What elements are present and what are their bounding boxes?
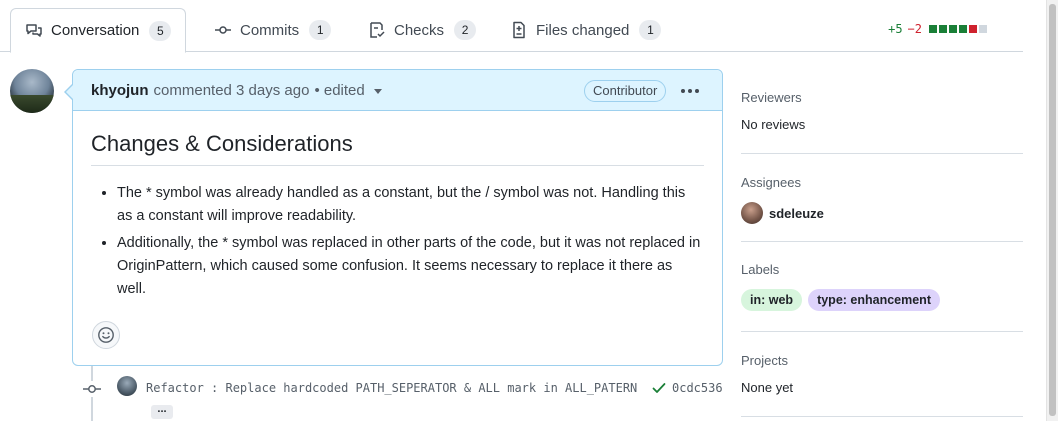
tab-checks[interactable]: Checks 2 <box>354 8 490 52</box>
diffstat-additions: +5 <box>888 22 903 36</box>
check-icon[interactable] <box>651 380 667 399</box>
file-diff-icon <box>510 21 528 39</box>
sidebar-assignees: Assignees sdeleuze <box>741 175 1023 224</box>
projects-value: None yet <box>741 380 794 395</box>
tab-label: Checks <box>394 21 445 39</box>
commit-sha[interactable]: 0cdc536 <box>672 381 723 395</box>
list-item: The * symbol was already handled as a co… <box>117 182 704 228</box>
tab-label: Files changed <box>536 21 630 39</box>
tab-conversation[interactable]: Conversation 5 <box>10 8 187 53</box>
comment-body: Changes & Considerations The * symbol wa… <box>73 111 722 301</box>
comment-box: khyojun commented 3 days ago • edited Co… <box>64 69 723 366</box>
page-scrollbar[interactable] <box>1046 0 1058 421</box>
diffstat-block <box>959 25 967 33</box>
divider <box>741 416 1023 417</box>
diffstat: +5 −2 <box>888 22 987 36</box>
diffstat-block <box>979 25 987 33</box>
diffstat-block <box>929 25 937 33</box>
comment-timestamp[interactable]: commented 3 days ago <box>154 82 310 99</box>
checklist-icon <box>368 21 386 39</box>
label-list: in: web type: enhancement <box>741 289 1023 311</box>
comment-heading: Changes & Considerations <box>91 131 704 166</box>
sidebar-section-title[interactable]: Reviewers <box>741 90 1023 105</box>
smiley-icon <box>98 327 114 343</box>
tab-commits[interactable]: Commits 1 <box>200 8 345 52</box>
scrollbar-thumb[interactable] <box>1049 4 1056 416</box>
divider <box>741 331 1023 332</box>
kebab-menu-icon[interactable] <box>678 80 702 102</box>
tab-label: Commits <box>240 21 300 39</box>
chevron-down-icon[interactable] <box>373 89 382 94</box>
reviewers-value: No reviews <box>741 117 806 132</box>
tab-label: Conversation <box>51 22 140 39</box>
expand-commit-button[interactable]: ... <box>151 404 173 419</box>
commit-author-avatar[interactable] <box>117 376 137 396</box>
sidebar-section-title[interactable]: Projects <box>741 353 1023 368</box>
label-type-enhancement[interactable]: type: enhancement <box>808 289 940 311</box>
sidebar-section-title[interactable]: Labels <box>741 262 1023 277</box>
edited-label[interactable]: • edited <box>314 82 364 99</box>
comment-discussion-icon <box>25 22 43 40</box>
tab-count: 1 <box>639 20 662 40</box>
avatar[interactable] <box>10 69 54 113</box>
assignee-name[interactable]: sdeleuze <box>769 206 824 221</box>
tab-files-changed[interactable]: Files changed 1 <box>496 8 675 52</box>
git-commit-icon <box>214 21 232 39</box>
diffstat-block <box>949 25 957 33</box>
sidebar-projects: Projects None yet <box>741 353 1023 395</box>
sidebar-section-title[interactable]: Assignees <box>741 175 1023 190</box>
tab-count: 2 <box>454 20 477 40</box>
diffstat-block <box>939 25 947 33</box>
diffstat-blocks <box>927 22 987 36</box>
contributor-badge: Contributor <box>584 80 667 102</box>
label-in-web[interactable]: in: web <box>741 289 803 311</box>
assignee-item[interactable]: sdeleuze <box>741 202 1023 224</box>
avatar <box>741 202 763 224</box>
pr-tab-bar: Conversation 5 Commits 1 Checks 2 Files … <box>0 0 1023 53</box>
comment-bullet-list: The * symbol was already handled as a co… <box>91 182 704 301</box>
diffstat-block <box>969 25 977 33</box>
commit-message[interactable]: Refactor : Replace hardcoded PATH_SEPERA… <box>146 381 637 395</box>
comment-header: khyojun commented 3 days ago • edited Co… <box>73 70 722 111</box>
divider <box>741 153 1023 154</box>
tab-count: 1 <box>309 20 332 40</box>
sidebar-labels: Labels in: web type: enhancement <box>741 262 1023 311</box>
add-reaction-button[interactable] <box>92 321 120 349</box>
git-commit-icon <box>82 381 102 397</box>
list-item: Additionally, the * symbol was replaced … <box>117 232 704 301</box>
divider <box>741 241 1023 242</box>
tab-count: 5 <box>149 20 172 41</box>
sidebar-reviewers: Reviewers No reviews <box>741 90 1023 132</box>
diffstat-deletions: −2 <box>907 22 922 36</box>
comment-author[interactable]: khyojun <box>91 82 149 99</box>
